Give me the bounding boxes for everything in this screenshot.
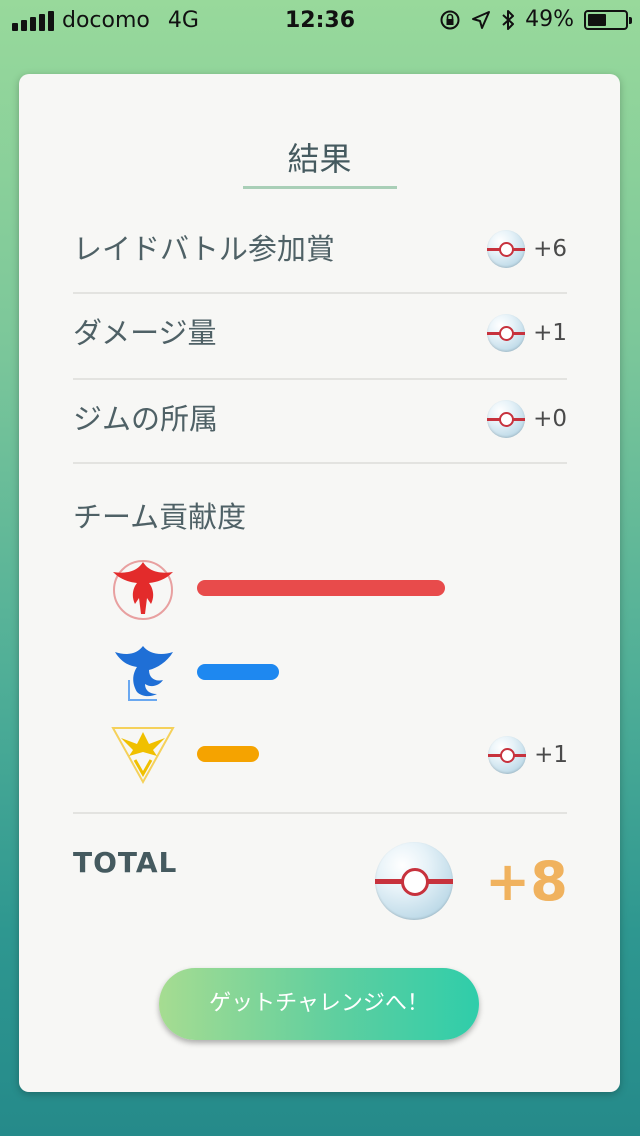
divider	[73, 462, 567, 464]
reward-row-raid-participation: レイドバトル参加賞 +6	[73, 206, 567, 292]
page-title: 結果	[287, 140, 352, 178]
team-mystic-contribution-bar	[197, 664, 279, 680]
premier-ball-icon	[487, 314, 526, 352]
team-contribution-reward: +1	[488, 736, 568, 774]
reward-row-gym-affiliation: ジムの所属 +0	[73, 376, 567, 462]
premier-ball-icon	[487, 230, 526, 268]
team-valor-icon	[113, 560, 173, 620]
location-arrow-icon	[472, 10, 491, 29]
team-valor-contribution-bar	[197, 580, 445, 596]
reward-amount: +1	[534, 742, 568, 768]
team-instinct-contribution-bar	[197, 746, 259, 762]
reward-row-damage: ダメージ量 +1	[73, 290, 567, 376]
title-underline	[243, 186, 397, 189]
reward-amount: +6	[533, 236, 567, 262]
premier-ball-icon	[488, 736, 527, 774]
team-mystic-icon	[115, 646, 173, 701]
reward-label: ダメージ量	[73, 316, 217, 350]
result-card: 結果 レイドバトル参加賞 +6 ダメージ量 +1 ジムの所属 +0 チーム貢献度	[19, 74, 620, 1092]
battery-icon	[584, 9, 632, 30]
team-instinct-icon	[111, 727, 175, 785]
status-bar: docomo 4G 12:36 49%	[0, 0, 640, 42]
rotation-lock-icon	[440, 10, 460, 29]
divider	[73, 812, 567, 814]
bluetooth-icon	[502, 9, 515, 30]
premier-ball-icon	[487, 400, 526, 438]
reward-label: レイドバトル参加賞	[73, 232, 335, 266]
total-amount: +8	[485, 850, 568, 913]
team-contribution-title: チーム貢献度	[73, 500, 247, 534]
premier-ball-icon	[375, 842, 453, 920]
reward-amount: +1	[533, 320, 567, 346]
battery-percent: 49%	[525, 7, 574, 32]
reward-amount: +0	[533, 406, 567, 432]
get-challenge-button[interactable]: ゲットチャレンジへ！	[159, 968, 479, 1040]
reward-label: ジムの所属	[73, 402, 219, 436]
total-label: TOTAL	[73, 846, 178, 879]
